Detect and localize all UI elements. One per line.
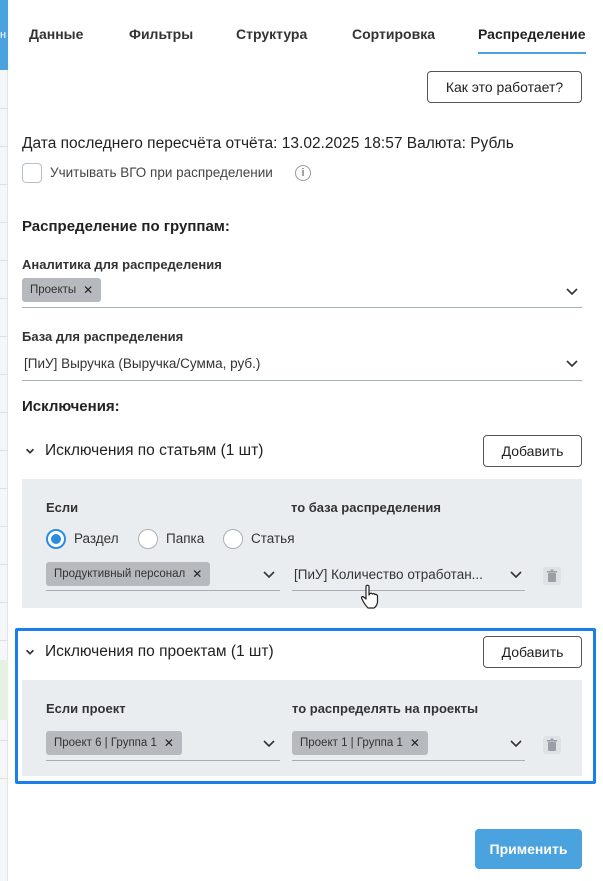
remove-chip-icon[interactable]: ✕: [164, 736, 174, 750]
edge-divider: [0, 184, 8, 185]
edge-divider: [0, 526, 8, 527]
project-if-chip: Проект 6 | Группа 1 ✕: [46, 731, 182, 755]
chevron-down-icon[interactable]: [262, 568, 276, 582]
exclusions-heading: Исключения:: [22, 398, 120, 415]
edge-divider: [0, 488, 8, 489]
edge-divider: [0, 336, 8, 337]
add-article-exclusion-button[interactable]: Добавить: [483, 435, 582, 467]
project-exclusions-title[interactable]: Исключения по проектам (1 шт): [45, 643, 274, 661]
tab-filters[interactable]: Фильтры: [129, 22, 193, 52]
group-distribution-heading: Распределение по группам:: [22, 218, 230, 235]
edge-divider: [0, 602, 8, 603]
article-exclusions-title[interactable]: Исключения по статьям (1 шт): [45, 442, 263, 460]
edge-divider: [0, 450, 8, 451]
background-tab-label: н: [0, 29, 7, 41]
how-it-works-button[interactable]: Как это работает?: [427, 71, 582, 103]
edge-row-highlight: [0, 660, 8, 720]
settings-tabs: Данные Фильтры Структура Сортировка Расп…: [14, 0, 593, 56]
edge-divider: [0, 640, 8, 641]
analytics-select-underline: [22, 307, 582, 308]
project-then-underline: [292, 760, 525, 761]
edge-divider: [0, 222, 8, 223]
base-label: База для распределения: [22, 329, 184, 344]
article-then-select-value[interactable]: [ПиУ] Количество отработан...: [294, 567, 483, 582]
project-then-label: то распределять на проекты: [292, 701, 479, 716]
project-then-chip: Проект 1 | Группа 1 ✕: [292, 731, 428, 755]
edge-divider: [0, 740, 8, 741]
apply-button[interactable]: Применить: [475, 829, 582, 869]
project-if-label: Если проект: [46, 701, 126, 716]
remove-chip-icon[interactable]: ✕: [83, 283, 93, 297]
collapse-chevron-icon[interactable]: [24, 445, 36, 457]
background-page-edge: н: [0, 0, 8, 881]
radio-section-label: Раздел: [74, 531, 119, 546]
analytics-chip: Проекты ✕: [22, 278, 102, 302]
tab-distribution[interactable]: Распределение: [478, 22, 586, 54]
tab-data[interactable]: Данные: [29, 22, 83, 52]
article-if-chip-label: Продуктивный персонал: [54, 568, 186, 580]
background-tab: н: [0, 0, 8, 70]
vgo-checkbox[interactable]: [22, 163, 42, 183]
radio-article-label: Статья: [251, 531, 295, 546]
remove-chip-icon[interactable]: ✕: [192, 567, 202, 581]
analytics-chip-label: Проекты: [30, 284, 77, 296]
radio-article[interactable]: [223, 529, 243, 549]
base-select-underline: [22, 380, 582, 381]
trash-icon[interactable]: [542, 735, 562, 755]
edge-divider: [0, 146, 8, 147]
edge-divider: [0, 260, 8, 261]
chevron-down-icon[interactable]: [509, 737, 523, 751]
edge-divider: [0, 564, 8, 565]
tab-structure[interactable]: Структура: [236, 22, 307, 52]
edge-divider: [0, 298, 8, 299]
article-if-label: Если: [46, 500, 79, 515]
project-then-chip-label: Проект 1 | Группа 1: [300, 737, 403, 749]
edge-divider: [0, 374, 8, 375]
article-if-chip: Продуктивный персонал ✕: [46, 562, 211, 586]
vgo-checkbox-label: Учитывать ВГО при распределении: [50, 165, 273, 180]
chevron-down-icon[interactable]: [262, 737, 276, 751]
edge-divider: [0, 778, 8, 779]
chevron-down-icon[interactable]: [509, 568, 523, 582]
radio-folder[interactable]: [138, 529, 158, 549]
collapse-chevron-icon[interactable]: [24, 646, 36, 658]
chevron-down-icon[interactable]: [565, 285, 579, 299]
edge-divider: [0, 108, 8, 109]
project-if-chip-label: Проект 6 | Группа 1: [54, 737, 157, 749]
analytics-label: Аналитика для распределения: [22, 257, 222, 272]
remove-chip-icon[interactable]: ✕: [410, 736, 420, 750]
add-project-exclusion-button[interactable]: Добавить: [483, 636, 582, 668]
trash-icon[interactable]: [542, 566, 562, 586]
chevron-down-icon[interactable]: [565, 357, 579, 371]
tab-sorting[interactable]: Сортировка: [352, 22, 435, 52]
edge-divider: [0, 412, 8, 413]
radio-folder-label: Папка: [166, 531, 205, 546]
recalc-info: Дата последнего пересчёта отчёта: 13.02.…: [22, 135, 514, 152]
base-select-value[interactable]: [ПиУ] Выручка (Выручка/Сумма, руб.): [24, 356, 260, 371]
article-if-underline: [46, 590, 280, 591]
hand-cursor-icon: [360, 584, 379, 609]
project-if-underline: [46, 760, 280, 761]
article-then-underline: [292, 590, 525, 591]
info-icon[interactable]: i: [295, 165, 311, 181]
radio-section[interactable]: [46, 529, 66, 549]
article-then-label: то база распределения: [291, 500, 441, 515]
project-exclusion-rule: [22, 680, 582, 776]
